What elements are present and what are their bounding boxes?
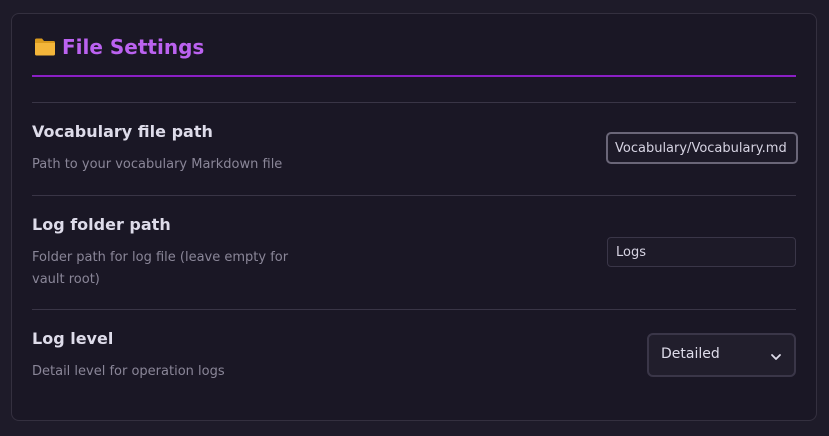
setting-name: Log folder path (32, 215, 171, 234)
log-folder-path-input[interactable] (607, 237, 796, 267)
divider (32, 102, 796, 103)
folder-icon (33, 35, 57, 59)
vocabulary-file-path-input[interactable] (606, 132, 798, 164)
divider (32, 195, 796, 196)
setting-description: Detail level for operation logs (32, 364, 225, 379)
file-settings-panel: File Settings Vocabulary file path Path … (11, 13, 817, 421)
section-title: File Settings (62, 35, 205, 59)
chevron-down-icon (770, 348, 782, 360)
section-header: File Settings (32, 34, 796, 77)
log-level-dropdown[interactable]: Detailed (647, 333, 796, 377)
setting-name: Log level (32, 329, 114, 348)
setting-description: Folder path for log file (leave empty fo… (32, 250, 289, 287)
setting-name: Vocabulary file path (32, 122, 213, 141)
divider (32, 309, 796, 310)
log-level-selected-value: Detailed (661, 346, 720, 362)
setting-description: Path to your vocabulary Markdown file (32, 157, 283, 172)
